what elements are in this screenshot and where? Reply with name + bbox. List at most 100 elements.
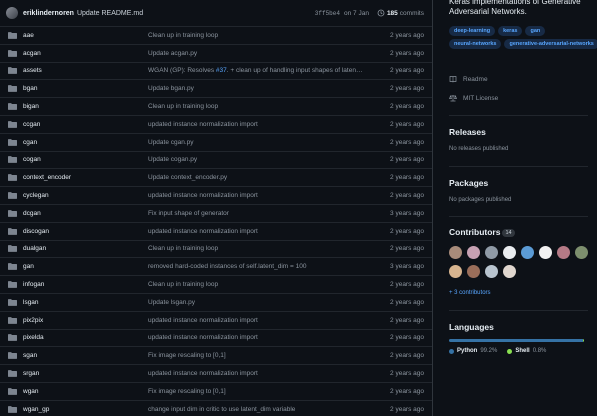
contributors-title[interactable]: Contributors 14 [449, 227, 515, 237]
more-contributors-link[interactable]: + 3 contributors [449, 290, 491, 296]
file-row[interactable]: acgan Update acgan.py 2 years ago [0, 45, 432, 63]
file-commit-message[interactable]: Fix image rescaling to [0,1] [148, 352, 370, 359]
file-commit-message[interactable]: updated instance normalization import [148, 228, 370, 235]
packages-title[interactable]: Packages [449, 178, 488, 188]
license-link[interactable]: MIT License [449, 94, 498, 102]
file-name-link[interactable]: dcgan [23, 210, 148, 217]
file-row[interactable]: gan removed hard-coded instances of self.… [0, 258, 432, 277]
file-commit-message[interactable]: Clean up in training loop [148, 32, 370, 39]
file-name-link[interactable]: wgan [23, 388, 148, 395]
contributor-avatar[interactable] [539, 246, 552, 259]
contributor-avatar[interactable] [467, 265, 480, 278]
commit-author[interactable]: eriklindernoren [23, 10, 74, 17]
contributor-avatar[interactable] [503, 246, 516, 259]
file-row[interactable]: ccgan updated instance normalization impo… [0, 116, 432, 134]
file-name-link[interactable]: pix2pix [23, 317, 148, 324]
file-commit-age: 3 years ago [390, 209, 424, 217]
file-commit-message[interactable]: Update lsgan.py [148, 299, 370, 306]
file-name-link[interactable]: context_encoder [23, 174, 148, 181]
file-row[interactable]: bigan Clean up in training loop 2 years ag… [0, 98, 432, 116]
file-row[interactable]: pix2pix updated instance normalization im… [0, 312, 432, 330]
contributor-avatar[interactable] [503, 265, 516, 278]
file-commit-message[interactable]: Fix image rescaling to [0,1] [148, 388, 370, 395]
file-name-link[interactable]: cyclegan [23, 192, 148, 199]
file-commit-message[interactable]: Update bgan.py [148, 85, 370, 92]
topic-tag[interactable]: keras [498, 26, 523, 36]
file-row[interactable]: bgan Update bgan.py 2 years ago [0, 80, 432, 99]
topic-tag[interactable]: neural-networks [449, 39, 502, 49]
contributor-avatar[interactable] [575, 246, 588, 259]
file-name-link[interactable]: sgan [23, 352, 148, 359]
file-row[interactable]: dcgan Fix input shape of generator 3 years… [0, 205, 432, 223]
file-name-link[interactable]: dualgan [23, 245, 148, 252]
language-item[interactable]: Shell 0.8% [507, 348, 546, 354]
file-name-link[interactable]: cgan [23, 139, 148, 146]
file-name-link[interactable]: srgan [23, 370, 148, 377]
file-name-link[interactable]: bgan [23, 85, 148, 92]
file-name-link[interactable]: discogan [23, 228, 148, 235]
contributor-avatar[interactable] [449, 246, 462, 259]
file-name-link[interactable]: ccgan [23, 121, 148, 128]
file-row[interactable]: discogan updated instance normalization i… [0, 223, 432, 241]
contributor-avatar[interactable] [485, 265, 498, 278]
topic-tag[interactable]: deep-learning [449, 26, 496, 36]
commit-sha[interactable]: 3ff5be4 [315, 10, 340, 17]
releases-note: No releases published [449, 146, 509, 152]
file-commit-message[interactable]: Update acgan.py [148, 50, 370, 57]
file-commit-message[interactable]: removed hard-coded instances of self.lat… [148, 263, 370, 270]
file-commit-message[interactable]: change input dim in critic to use latent… [148, 406, 370, 413]
file-name-link[interactable]: wgan_gp [23, 406, 148, 413]
file-name-link[interactable]: acgan [23, 50, 148, 57]
file-commit-message[interactable]: updated instance normalization import [148, 370, 370, 377]
file-name-link[interactable]: assets [23, 67, 148, 74]
file-commit-message[interactable]: Clean up in training loop [148, 103, 370, 110]
commit-history-link[interactable]: 185 commits [377, 9, 424, 17]
file-row[interactable]: aae Clean up in training loop 2 years ago [0, 27, 432, 45]
file-row[interactable]: sgan Fix image rescaling to [0,1] 2 years … [0, 347, 432, 366]
commit-message[interactable]: Update README.md [77, 10, 143, 17]
topic-tag[interactable]: gan [525, 26, 546, 36]
file-commit-message[interactable]: Update cogan.py [148, 156, 370, 163]
file-name-link[interactable]: pixelda [23, 334, 148, 341]
file-name-link[interactable]: lsgan [23, 299, 148, 306]
file-name-link[interactable]: cogan [23, 156, 148, 163]
file-row[interactable]: pixelda updated instance normalization im… [0, 330, 432, 348]
file-commit-message[interactable]: updated instance normalization import [148, 192, 370, 199]
file-row[interactable]: wgan_gp change input dim in critic to use… [0, 401, 432, 416]
file-row[interactable]: cogan Update cogan.py 2 years ago [0, 152, 432, 170]
releases-title[interactable]: Releases [449, 127, 486, 137]
file-commit-message[interactable]: Clean up in training loop [148, 281, 370, 288]
file-row[interactable]: context_encoder Update context_encoder.py… [0, 169, 432, 188]
file-commit-message[interactable]: updated instance normalization import [148, 334, 370, 341]
file-commit-message[interactable]: updated instance normalization import [148, 121, 370, 128]
file-commit-message[interactable]: updated instance normalization import [148, 317, 370, 324]
file-commit-message[interactable]: Clean up in training loop [148, 245, 370, 252]
file-commit-age: 2 years ago [390, 334, 424, 342]
file-commit-message[interactable]: Update cgan.py [148, 139, 370, 146]
file-row[interactable]: assets WGAN (GP): Resolves #37. + clean u… [0, 63, 432, 81]
topic-tag[interactable]: generative-adversarial-networks [504, 39, 597, 49]
file-row[interactable]: infogan Clean up in training loop 2 years … [0, 276, 432, 294]
contributor-avatar[interactable] [485, 246, 498, 259]
file-name-link[interactable]: aae [23, 32, 148, 39]
file-commit-message[interactable]: Update context_encoder.py [148, 174, 370, 181]
file-row[interactable]: cgan Update cgan.py 2 years ago [0, 134, 432, 152]
file-row[interactable]: srgan updated instance normalization impo… [0, 365, 432, 383]
readme-link[interactable]: Readme [449, 75, 488, 83]
contributor-avatar[interactable] [521, 246, 534, 259]
file-row[interactable]: dualgan Clean up in training loop 2 years … [0, 241, 432, 259]
file-name-link[interactable]: bigan [23, 103, 148, 110]
contributor-avatar[interactable] [449, 265, 462, 278]
file-commit-message[interactable]: Fix input shape of generator [148, 210, 370, 217]
contributor-avatar[interactable] [557, 246, 570, 259]
contributor-avatar[interactable] [467, 246, 480, 259]
avatar[interactable] [6, 7, 18, 19]
file-row[interactable]: lsgan Update lsgan.py 2 years ago [0, 294, 432, 312]
file-name-link[interactable]: gan [23, 263, 148, 270]
issue-link[interactable]: #37 [216, 67, 227, 74]
file-row[interactable]: wgan Fix image rescaling to [0,1] 2 years … [0, 383, 432, 401]
file-commit-message[interactable]: WGAN (GP): Resolves #37. + clean up of h… [148, 67, 370, 74]
language-item[interactable]: Python 99.2% [449, 348, 497, 354]
file-row[interactable]: cyclegan updated instance normalization i… [0, 187, 432, 205]
file-name-link[interactable]: infogan [23, 281, 148, 288]
